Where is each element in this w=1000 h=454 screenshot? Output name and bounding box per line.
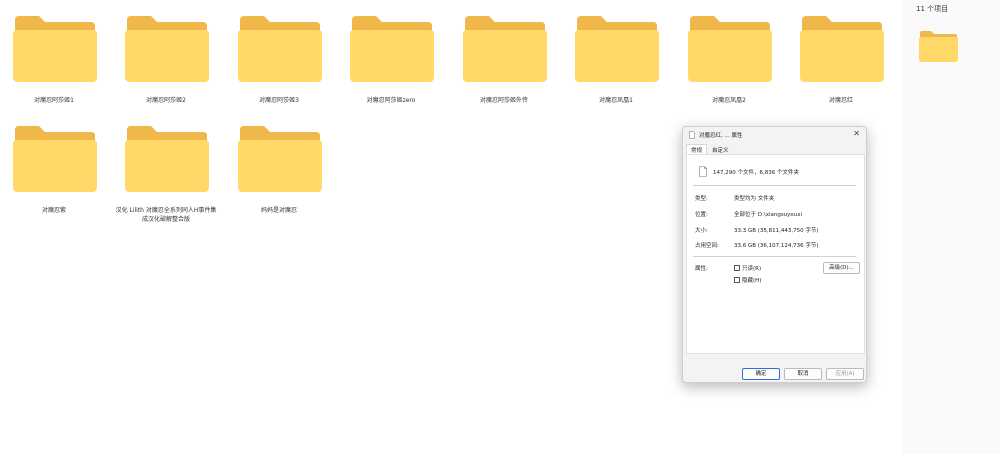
folder-item[interactable]: 汉化 Lilith 对魔忍全系列同人H事件集成汉化破解整合版 bbox=[111, 124, 221, 224]
folder-icon bbox=[13, 16, 97, 82]
folder-icon bbox=[688, 16, 772, 82]
advanced-button[interactable]: 高级(D)... bbox=[823, 262, 860, 274]
folder-label: 对魔忍阿莎姬zero bbox=[366, 97, 416, 104]
hidden-label: 隐藏(H) bbox=[742, 278, 762, 284]
dialog-tabs: 常规 自定义 bbox=[686, 144, 734, 155]
readonly-label: 只读(R) bbox=[742, 266, 762, 272]
general-panel: 147,290 个文件，6,836 个文件夹 类型: 类型均为 文件夹 位置: … bbox=[686, 154, 865, 354]
folder-icon bbox=[350, 16, 434, 82]
folder-label: 对魔忍阿莎姬3 bbox=[259, 97, 299, 104]
folder-label: 对魔忍凤凰2 bbox=[712, 97, 746, 104]
location-label: 位置: bbox=[695, 212, 708, 218]
file-icon bbox=[699, 166, 707, 177]
folder-label: 对魔忍凤凰1 bbox=[599, 97, 633, 104]
close-icon[interactable]: ✕ bbox=[853, 129, 860, 138]
folder-icon bbox=[125, 16, 209, 82]
folder-icon bbox=[919, 31, 958, 62]
size-label: 大小: bbox=[695, 228, 708, 234]
properties-dialog: 对魔忍红, ... 属性 ✕ 常规 自定义 147,290 个文件，6,836 个… bbox=[682, 126, 867, 383]
size-value: 33.3 GB (35,811,443,750 字节) bbox=[734, 228, 819, 234]
folder-item[interactable]: 对魔忍阿莎姬zero bbox=[336, 14, 446, 105]
hidden-checkbox[interactable] bbox=[734, 277, 740, 283]
file-icon bbox=[689, 131, 695, 139]
cancel-button[interactable]: 取消 bbox=[784, 368, 822, 380]
folder-label: 汉化 Lilith 对魔忍全系列同人H事件集成汉化破解整合版 bbox=[115, 207, 217, 223]
folder-label: 妈妈是对魔忍 bbox=[260, 207, 297, 214]
item-count: 11 个项目 bbox=[916, 5, 949, 13]
folder-icon bbox=[575, 16, 659, 82]
readonly-checkbox[interactable] bbox=[734, 265, 740, 271]
divider bbox=[693, 185, 856, 186]
folder-icon bbox=[238, 126, 322, 192]
folder-item[interactable]: 对魔忍阿莎姬3 bbox=[224, 14, 334, 105]
folder-item[interactable]: 对魔忍阿莎姬1 bbox=[0, 14, 109, 105]
folder-label: 对魔忍红 bbox=[828, 97, 853, 104]
folder-item[interactable]: 对魔忍红 bbox=[786, 14, 896, 105]
folder-icon bbox=[13, 126, 97, 192]
attributes-label: 属性: bbox=[695, 266, 708, 272]
folder-item[interactable]: 妈妈是对魔忍 bbox=[224, 124, 334, 215]
type-value: 类型均为 文件夹 bbox=[734, 196, 775, 202]
size-on-disk-label: 占用空间: bbox=[695, 243, 719, 249]
folder-icon bbox=[238, 16, 322, 82]
dialog-title: 对魔忍红, ... 属性 bbox=[699, 133, 743, 139]
folder-item[interactable]: 对魔忍阿莎姬外传 bbox=[449, 14, 559, 105]
folder-icon bbox=[125, 126, 209, 192]
divider bbox=[693, 256, 856, 257]
location-value: 全部位于 D:\xiangsuyouxi bbox=[734, 212, 803, 218]
folder-label: 对魔忍阿莎姬2 bbox=[146, 97, 186, 104]
type-label: 类型: bbox=[695, 196, 708, 202]
folder-icon bbox=[800, 16, 884, 82]
ok-button[interactable]: 确定 bbox=[742, 368, 780, 380]
folder-item[interactable]: 对魔忍凤凰2 bbox=[674, 14, 784, 105]
size-on-disk-value: 33.6 GB (36,107,124,736 字节) bbox=[734, 243, 819, 249]
folder-item[interactable]: 对魔忍凤凰1 bbox=[561, 14, 671, 105]
folder-item[interactable]: 对魔忍紫 bbox=[0, 124, 109, 215]
folder-icon bbox=[463, 16, 547, 82]
readonly-checkbox-row[interactable]: 只读(R) bbox=[734, 264, 761, 272]
hidden-checkbox-row[interactable]: 隐藏(H) bbox=[734, 276, 761, 284]
details-pane: 11 个项目 bbox=[902, 0, 1000, 454]
summary-text: 147,290 个文件，6,836 个文件夹 bbox=[713, 170, 799, 176]
apply-button[interactable]: 应用(A) bbox=[826, 368, 864, 380]
dialog-title-bar[interactable]: 对魔忍红, ... 属性 ✕ bbox=[689, 129, 860, 140]
folder-label: 对魔忍紫 bbox=[41, 207, 66, 214]
folder-label: 对魔忍阿莎姬1 bbox=[34, 97, 74, 104]
folder-item[interactable]: 对魔忍阿莎姬2 bbox=[111, 14, 221, 105]
folder-label: 对魔忍阿莎姬外传 bbox=[479, 97, 528, 104]
